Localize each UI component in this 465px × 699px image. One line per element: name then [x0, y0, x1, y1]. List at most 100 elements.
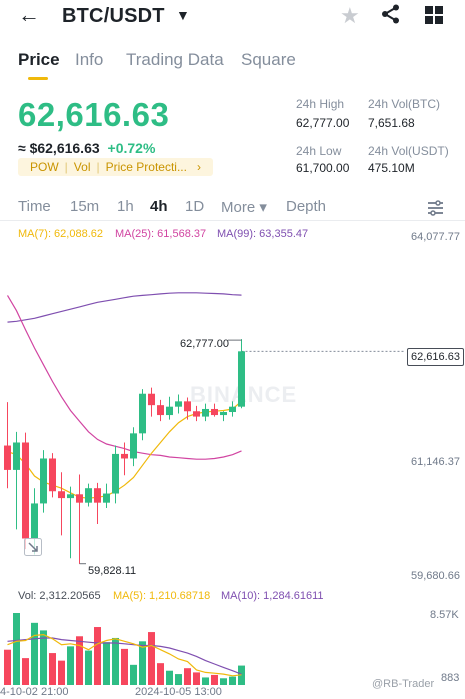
candle — [58, 472, 65, 536]
tag-strip[interactable]: POW | Vol | Price Protecti... › — [18, 158, 213, 176]
volume-bar — [103, 642, 110, 685]
interval-time[interactable]: Time — [18, 198, 51, 215]
candle — [148, 387, 155, 417]
tag-vol[interactable]: Vol — [68, 160, 97, 174]
usd-price: ≈ $62,616.63 — [18, 140, 100, 156]
volume-bar — [202, 677, 209, 685]
candle-body — [121, 453, 128, 459]
vol-legend: Vol: 2,312.20565 — [18, 590, 101, 602]
last-price: 62,616.63 — [18, 96, 170, 133]
volume-bar — [13, 613, 20, 685]
vol-btc-label: 24h Vol(BTC) — [368, 97, 441, 111]
volume-bar — [184, 668, 191, 685]
chart-settings-icon[interactable] — [427, 200, 445, 221]
grid-icon[interactable] — [424, 5, 444, 30]
expand-icon[interactable] — [24, 538, 42, 561]
usd-price-line: ≈ $62,616.63 +0.72% — [18, 140, 155, 156]
divider — [0, 220, 465, 221]
candle-body — [94, 488, 101, 503]
interval-1d[interactable]: 1D — [185, 198, 204, 215]
volume-bar — [94, 627, 101, 685]
low-value: 61,700.00 — [296, 161, 350, 175]
candle-body — [166, 406, 173, 416]
candle-body — [76, 494, 83, 503]
candle — [4, 402, 11, 489]
interval-more[interactable]: More ▾ — [221, 198, 267, 216]
ma99-legend: MA(99): 63,355.47 — [217, 228, 309, 240]
interval-4h[interactable]: 4h — [150, 198, 168, 215]
chevron-right-icon[interactable]: › — [193, 160, 207, 174]
tag-pow[interactable]: POW — [24, 160, 65, 174]
tab-trading-data[interactable]: Trading Data — [126, 50, 224, 70]
tab-price[interactable]: Price — [18, 50, 60, 70]
candle-body — [202, 408, 209, 417]
candle — [193, 405, 200, 422]
top-bar: ← BTC/USDT ▼ ★ — [0, 0, 465, 34]
candle-body — [22, 442, 29, 539]
tag-price-protection[interactable]: Price Protecti... — [100, 160, 193, 174]
star-icon[interactable]: ★ — [340, 3, 360, 29]
candle — [130, 427, 137, 467]
active-tab-indicator — [28, 77, 48, 80]
candle-body — [130, 433, 137, 459]
candle-body — [157, 405, 164, 416]
current-price-tag: 62,616.63 — [407, 348, 464, 366]
candle — [49, 453, 56, 498]
candle — [238, 339, 245, 409]
candle — [76, 474, 83, 564]
tab-info[interactable]: Info — [75, 50, 103, 70]
candle-body — [103, 493, 110, 503]
candle-body — [184, 401, 191, 412]
candle — [40, 450, 47, 513]
volume-bar — [121, 648, 128, 685]
vol-btc-value: 7,651.68 — [368, 116, 415, 130]
volume-bar — [130, 664, 137, 685]
volume-bar — [220, 678, 227, 685]
volume-bar — [4, 649, 11, 685]
candle-body — [40, 458, 47, 504]
volume-bar — [22, 658, 29, 685]
candle-body — [211, 408, 218, 416]
candle-body — [4, 445, 11, 470]
candle-body — [112, 453, 119, 494]
x-axis-label-mid: 2024-10-05 13:00 — [135, 686, 222, 698]
ma7-legend: MA(7): 62,088.62 — [18, 228, 103, 240]
high-marker-label: 62,777.00 — [180, 338, 229, 350]
volume-bar — [67, 646, 74, 685]
credit-watermark: @RB-Trader — [372, 678, 435, 690]
vol-ma10-legend: MA(10): 1,284.61611 — [221, 590, 324, 602]
interval-depth[interactable]: Depth — [286, 198, 326, 215]
candle-body — [31, 503, 38, 539]
candle-body — [85, 488, 92, 503]
candle — [22, 432, 29, 550]
candle — [220, 411, 227, 422]
candle-body — [220, 412, 227, 416]
share-icon[interactable] — [380, 3, 402, 30]
interval-15m[interactable]: 15m — [70, 198, 99, 215]
interval-1h[interactable]: 1h — [117, 198, 134, 215]
candlestick-chart[interactable] — [0, 240, 465, 585]
volume-bar — [229, 676, 236, 685]
candle — [94, 482, 101, 525]
tab-square[interactable]: Square — [241, 50, 296, 70]
candle-body — [67, 494, 74, 499]
candle — [211, 403, 218, 417]
candle — [229, 401, 236, 417]
volume-bar — [76, 636, 83, 685]
caret-down-icon[interactable]: ▼ — [176, 7, 190, 23]
x-axis-label-left: 4-10-02 21:00 — [0, 686, 69, 698]
candle — [85, 483, 92, 507]
pair-title[interactable]: BTC/USDT — [62, 5, 165, 28]
candle-body — [13, 442, 20, 470]
candle — [166, 396, 173, 420]
volume-bar — [157, 663, 164, 685]
candle — [157, 399, 164, 422]
volume-bar — [139, 641, 146, 685]
volume-bar — [211, 674, 218, 685]
back-arrow-icon[interactable]: ← — [18, 4, 40, 26]
vol-usdt-label: 24h Vol(USDT) — [368, 144, 449, 158]
price-change: +0.72% — [107, 140, 156, 156]
low-label: 24h Low — [296, 144, 342, 158]
candle — [112, 445, 119, 504]
volume-chart[interactable] — [0, 603, 465, 685]
